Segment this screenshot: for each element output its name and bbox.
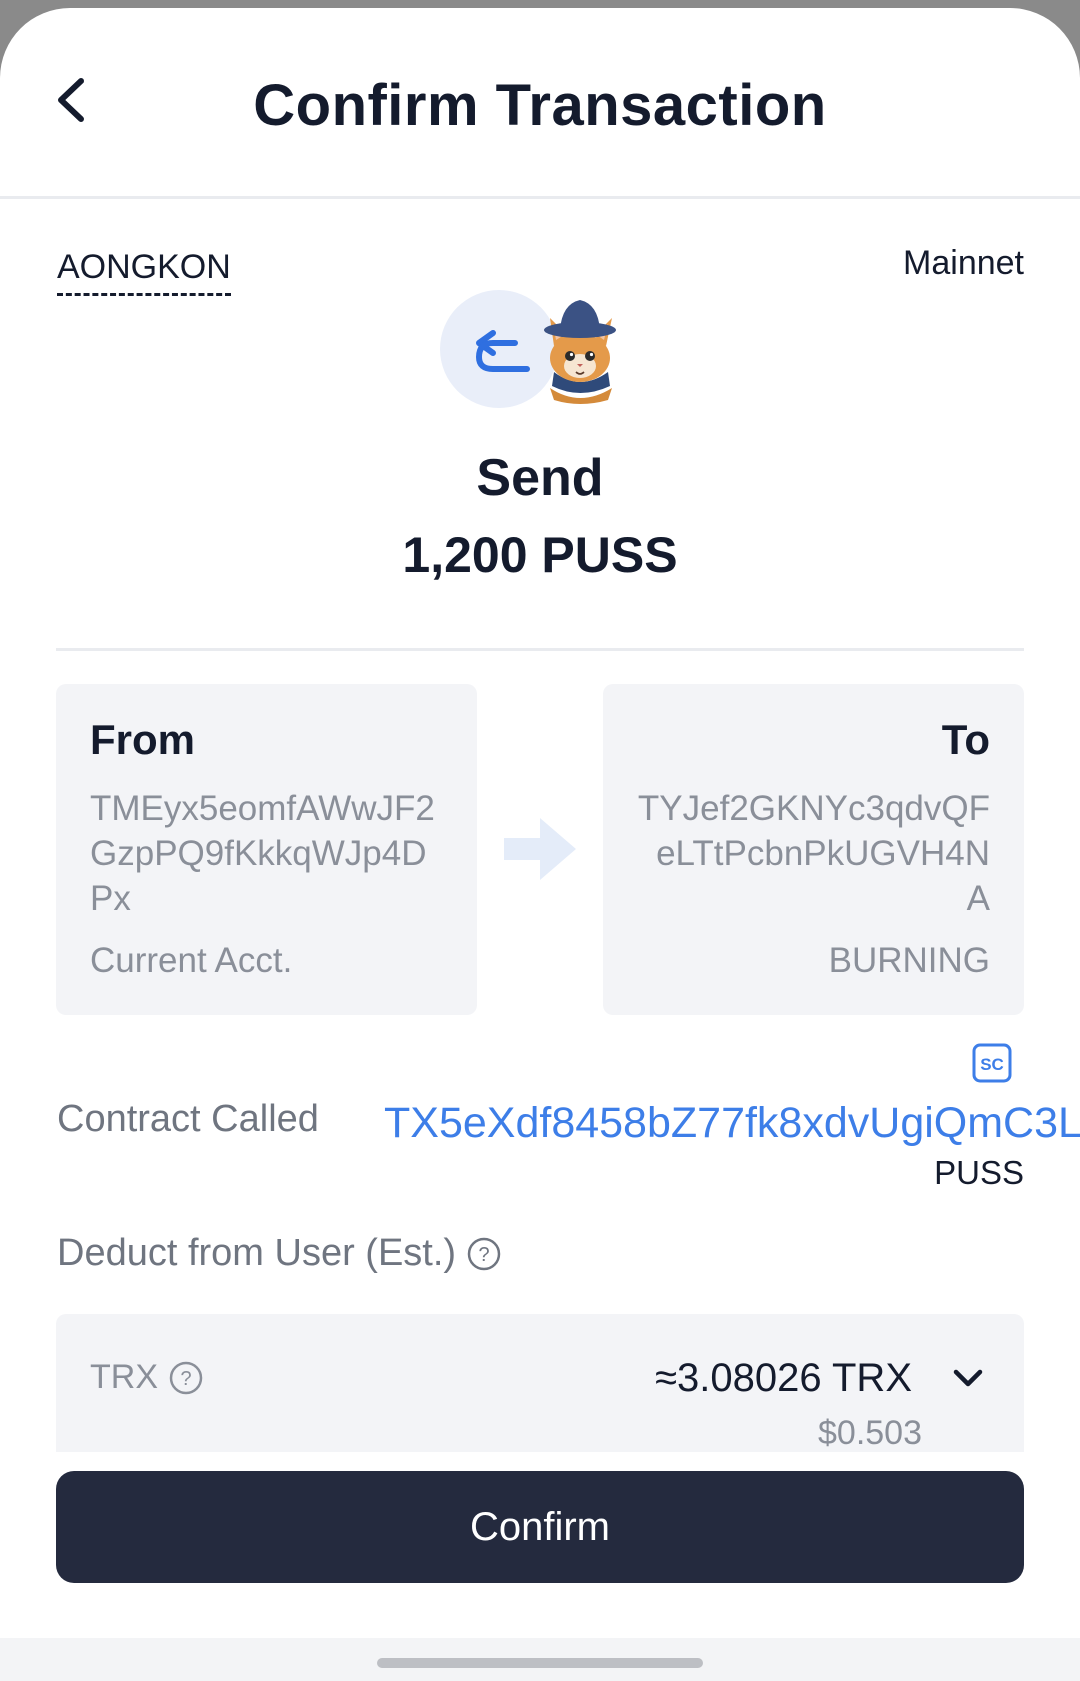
transaction-amount: 1,200 PUSS [402,527,678,583]
svg-text:SC: SC [980,1055,1004,1074]
cat-wizard-token-icon [528,296,632,404]
to-card: To TYJef2GKNYc3qdvQFeLTtPcbnPkUGVH4NA BU… [603,684,1024,1015]
fee-box: TRX ? ≈3.08026 TRX $0.503 [56,1314,1024,1452]
page-title: Confirm Transaction [253,73,827,138]
header: Confirm Transaction [0,8,1080,199]
smart-contract-icon: SC [972,1043,1012,1094]
contract-address: TX5eXdf8458bZ77fk8xdvUgiQmC3L93iv7 [384,1099,1080,1147]
from-label: From [90,716,195,763]
confirm-button[interactable]: Confirm [56,1471,1024,1583]
fee-amount: ≈3.08026 TRX [655,1356,912,1400]
contract-called-label: Contract Called [57,1098,319,1140]
to-account-name: BURNING [828,941,990,980]
from-card: From TMEyx5eomfAWwJF2GzpPQ9fKkkqWJp4DPx … [56,684,477,1015]
svg-text:?: ? [180,1368,191,1390]
trx-help-icon[interactable]: ? [168,1360,204,1396]
transaction-action: Send [476,449,604,507]
fee-currency: TRX ? [90,1358,204,1397]
fee-usd: $0.503 [818,1414,922,1452]
fee-currency-label: TRX [90,1358,158,1396]
svg-text:?: ? [479,1244,490,1266]
from-account-name: Current Acct. [90,941,293,980]
account-name[interactable]: AONGKON [57,248,231,296]
arrow-right-icon [504,818,576,880]
from-address: TMEyx5eomfAWwJF2GzpPQ9fKkkqWJp4DPx [90,789,435,918]
to-address: TYJef2GKNYc3qdvQFeLTtPcbnPkUGVH4NA [637,789,990,918]
chevron-down-icon[interactable] [948,1364,988,1394]
help-icon[interactable]: ? [466,1236,502,1272]
deduct-label: Deduct from User (Est.) ? [57,1232,502,1275]
contract-address-link[interactable]: SC TX5eXdf8458bZ77fk8xdvUgiQmC3L93iv7 [384,1043,1080,1148]
deduct-label-text: Deduct from User (Est.) [57,1232,457,1274]
contract-token-name: PUSS [934,1154,1024,1191]
divider [56,648,1024,651]
confirm-transaction-sheet: Confirm Transaction AONGKON Mainnet Send… [0,8,1080,1681]
to-label: To [941,716,990,763]
home-indicator [377,1658,703,1668]
network-label: Mainnet [903,244,1024,282]
